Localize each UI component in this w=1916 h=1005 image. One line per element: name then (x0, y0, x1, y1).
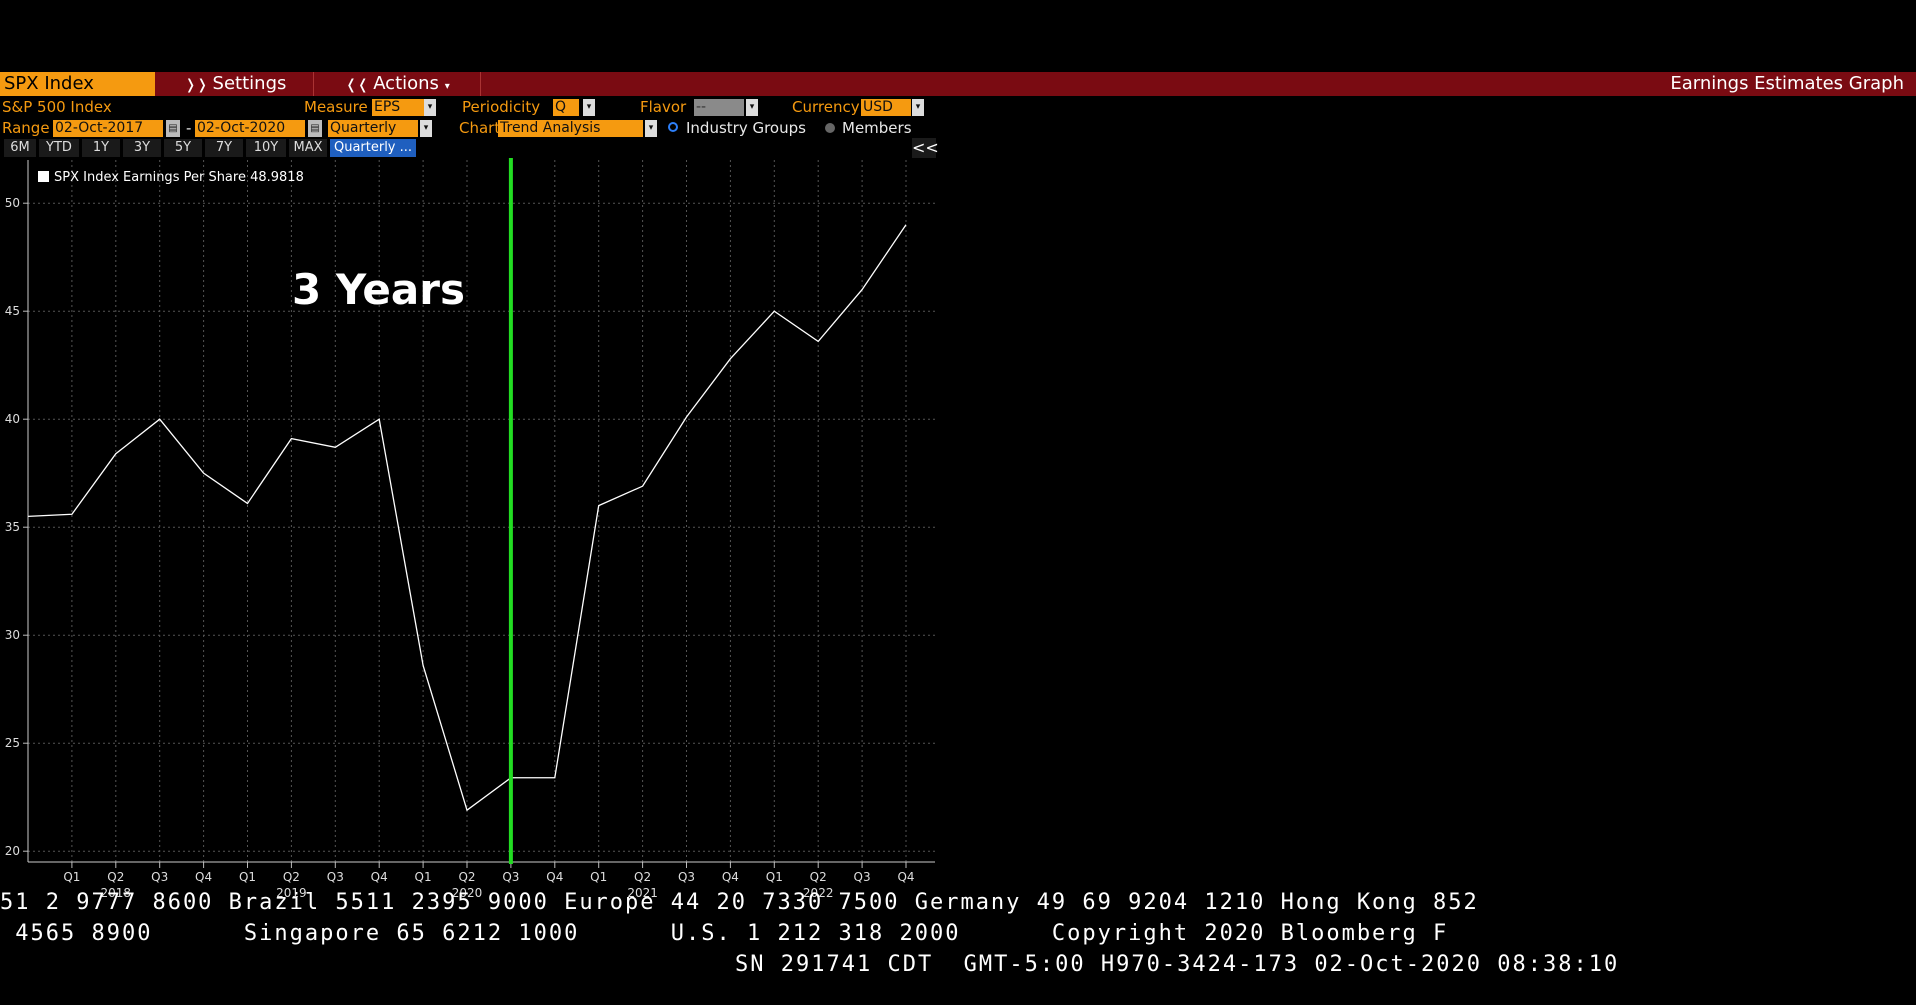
periodicity-select[interactable]: Q (553, 99, 579, 116)
x-tick-label: Q1 (63, 870, 80, 884)
x-tick-label: Q2 (283, 870, 300, 884)
security-name: S&P 500 Index (2, 98, 112, 116)
x-tick-label: Q4 (722, 870, 739, 884)
y-tick-label: 50 (5, 196, 20, 210)
x-tick-label: Q3 (327, 870, 344, 884)
flavor-label: Flavor (640, 98, 687, 116)
y-tick-label: 30 (5, 628, 20, 642)
chart-axes: 20 25 30 35 40 45 50 Q1 Q2 Q3 Q4 Q1 Q2 Q3 Q4 Q1 Q2 Q3 Q4 Q1… (5, 160, 935, 900)
x-tick-label: Q1 (415, 870, 432, 884)
x-tick-label: Q4 (195, 870, 212, 884)
currency-select[interactable]: USD (861, 99, 911, 116)
ticker-line-2: 4565 8900 Singapore 65 6212 1000 U.S. 1 … (0, 921, 1449, 946)
security-ticker-field[interactable]: SPX Index (0, 72, 155, 96)
y-tick-label: 25 (5, 736, 20, 750)
flavor-dropdown-icon[interactable]: ▾ (746, 99, 758, 116)
flavor-select[interactable]: -- (694, 99, 744, 116)
chart-type-select[interactable]: Trend Analysis (498, 120, 643, 137)
measure-label: Measure (304, 98, 368, 116)
chart-grid (28, 160, 935, 862)
x-tick-label: Q4 (546, 870, 563, 884)
legend-label: SPX Index Earnings Per Share 48.9818 (54, 170, 304, 185)
measure-dropdown-icon[interactable]: ▾ (424, 99, 436, 116)
x-tick-label: Q3 (151, 870, 168, 884)
members-radio[interactable] (825, 123, 835, 133)
periodicity-label: Periodicity (462, 98, 541, 116)
chart-label: Chart (459, 119, 501, 137)
x-tick-label: Q3 (502, 870, 519, 884)
calendar-icon[interactable]: ▤ (166, 120, 180, 137)
periodicity-dropdown-icon[interactable]: ▾ (583, 99, 595, 116)
industry-groups-label: Industry Groups (686, 119, 806, 137)
x-tick-label: Q2 (107, 870, 124, 884)
period-dropdown-icon[interactable]: ▾ (420, 120, 432, 137)
x-tick-label: Q2 (634, 870, 651, 884)
settings-label: Settings (212, 73, 287, 94)
settings-icon: ❭❭ (184, 77, 213, 93)
x-tick-label: Q4 (371, 870, 388, 884)
x-tick-label: Q1 (766, 870, 783, 884)
x-tick-label: Q2 (810, 870, 827, 884)
function-toolbar: SPX Index ❭❭ Settings ❬❬ Actions ▾ Earni… (0, 72, 1916, 96)
range-period-select[interactable]: Quarterly (328, 120, 418, 137)
measure-select[interactable]: EPS (372, 99, 424, 116)
eps-line-chart: 20 25 30 35 40 45 50 Q1 Q2 Q3 Q4 Q1 Q2 Q3 Q4 Q1 Q2 Q3 Q4 Q1… (5, 158, 935, 900)
y-tick-label: 35 (5, 520, 20, 534)
x-tick-label: Q3 (854, 870, 871, 884)
chart-type-dropdown-icon[interactable]: ▾ (645, 120, 657, 137)
x-tick-label: Q4 (897, 870, 914, 884)
actions-icon: ❬❬ (345, 77, 374, 93)
chevron-down-icon: ▾ (444, 81, 450, 92)
chart-legend: SPX Index Earnings Per Share 48.9818 (38, 170, 304, 186)
x-tick-label: Q1 (590, 870, 607, 884)
legend-swatch (38, 171, 49, 182)
x-tick-label: Q3 (678, 870, 695, 884)
y-tick-label: 40 (5, 412, 20, 426)
x-tick-label: Q2 (458, 870, 475, 884)
actions-menu-button[interactable]: ❬❬ Actions ▾ (315, 72, 481, 96)
page-title: Earnings Estimates Graph (1670, 73, 1904, 94)
currency-dropdown-icon[interactable]: ▾ (912, 99, 924, 116)
calendar-icon[interactable]: ▤ (308, 120, 322, 137)
settings-button[interactable]: ❭❭ Settings (158, 72, 314, 96)
y-tick-label: 20 (5, 844, 20, 858)
actions-label: Actions (373, 73, 439, 94)
y-tick-label: 45 (5, 304, 20, 318)
eps-series-line (27, 224, 907, 812)
range-end-input[interactable]: 02-Oct-2020 (195, 120, 305, 137)
industry-groups-radio[interactable] (668, 122, 678, 132)
range-start-input[interactable]: 02-Oct-2017 (53, 120, 163, 137)
range-separator: - (186, 119, 192, 137)
ticker-line-3: SN 291741 CDT GMT-5:00 H970-3424-173 02-… (735, 952, 1620, 977)
chart-annotation: 3 Years (292, 265, 465, 314)
members-label: Members (842, 119, 912, 137)
currency-label: Currency (792, 98, 860, 116)
ticker-line-1: 51 2 9777 8600 Brazil 5511 2395 9000 Eur… (0, 890, 1479, 915)
x-tick-label: Q1 (239, 870, 256, 884)
range-label: Range (2, 119, 50, 137)
